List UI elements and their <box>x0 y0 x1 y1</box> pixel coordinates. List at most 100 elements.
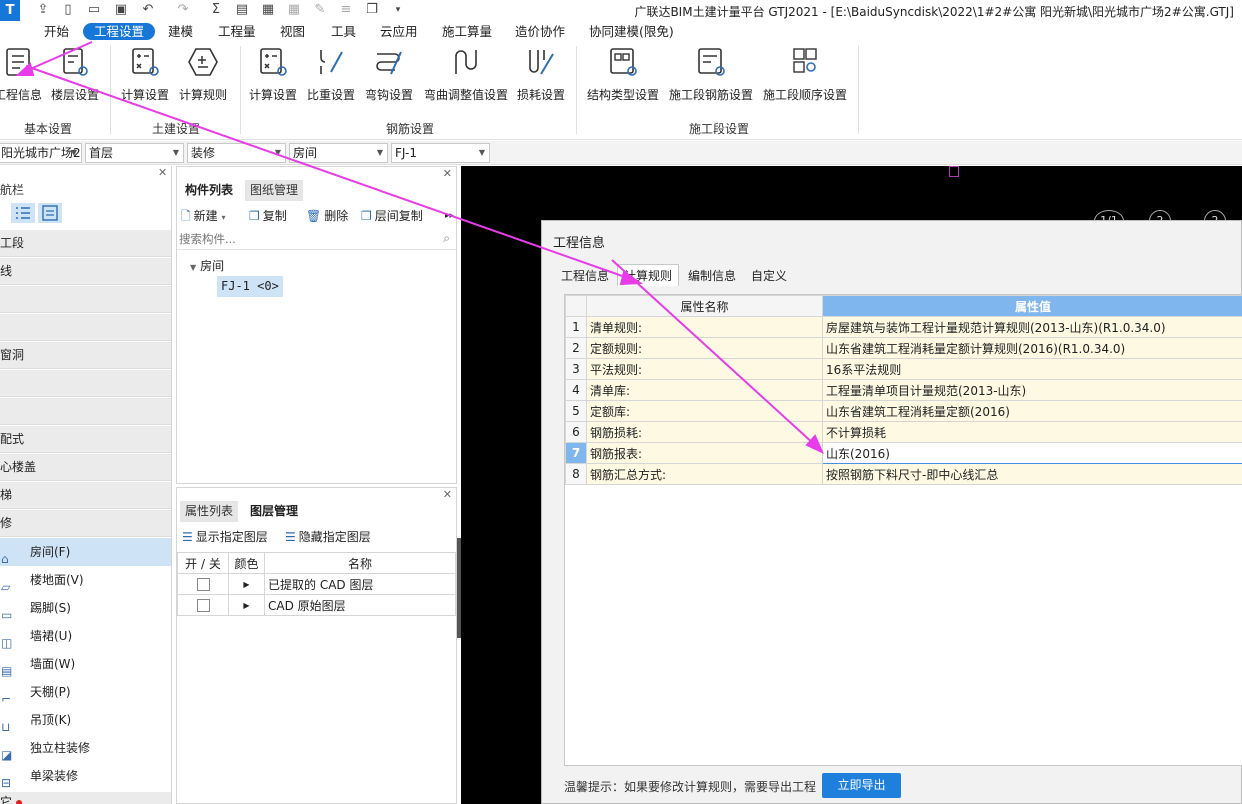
new-file-icon[interactable]: ▯ <box>60 2 76 18</box>
nav-item-room[interactable]: ⌂ 房间(F) <box>0 538 171 566</box>
hook-settings-button[interactable]: 弯钩设置 <box>363 46 415 104</box>
menu-construction[interactable]: 施工算量 <box>442 23 492 40</box>
tree-item-fj1[interactable]: FJ-1 <0> <box>217 276 283 297</box>
nav-row[interactable] <box>0 370 171 397</box>
tab-layer-management[interactable]: 图层管理 <box>245 501 304 522</box>
nav-item-suspended-ceiling[interactable]: ⊔ 吊顶(K) <box>0 706 171 734</box>
menu-view[interactable]: 视图 <box>280 23 305 40</box>
export-now-button[interactable]: 立即导出 <box>822 773 901 798</box>
copy-button[interactable]: ❐ 复制 <box>249 207 287 225</box>
save-icon[interactable]: ▣ <box>113 2 129 18</box>
tree-root[interactable]: ▼ 房间 <box>190 257 224 274</box>
nav-item-skirting[interactable]: ▭ 踢脚(S) <box>0 594 171 622</box>
window-icon[interactable]: ❐ <box>364 2 380 18</box>
nav-item-beam-finish[interactable]: ⊟ 单梁装修 <box>0 762 171 790</box>
nav-row[interactable] <box>0 398 171 425</box>
weight-settings-button[interactable]: 比重设置 <box>305 46 357 104</box>
bend-adjust-settings-button[interactable]: 弯曲调整值设置 <box>421 46 511 104</box>
table-row[interactable]: ▶ CAD 原始图层 <box>177 594 456 616</box>
menu-cloud[interactable]: 云应用 <box>380 23 418 40</box>
layout-icon[interactable]: ▦ <box>286 2 302 18</box>
loss-settings-button[interactable]: 损耗设置 <box>514 46 568 104</box>
expand-icon[interactable]: ▶ <box>228 573 265 595</box>
tab-property-list[interactable]: 属性列表 <box>180 501 239 522</box>
open-folder-icon[interactable]: ▭ <box>86 2 102 18</box>
menu-start[interactable]: 开始 <box>44 23 69 40</box>
nav-item-dado[interactable]: ◫ 墙裙(U) <box>0 622 171 650</box>
table-row[interactable]: 5 定额库: 山东省建筑工程消耗量定额(2016) <box>565 400 1242 422</box>
table-row[interactable]: 8 钢筋汇总方式: 按照钢筋下料尺寸-即中心线汇总 <box>565 463 1242 485</box>
tab-drawing-management[interactable]: 图纸管理 <box>245 180 304 201</box>
stage-order-settings-button[interactable]: 施工段顺序设置 <box>762 46 848 104</box>
expand-icon[interactable]: ▶ <box>228 594 265 616</box>
search-icon[interactable]: ⌕ <box>443 231 450 246</box>
search-input[interactable] <box>177 229 427 249</box>
nav-row[interactable]: 配式 <box>0 426 171 453</box>
project-info-button[interactable]: 工程信息 <box>0 46 42 104</box>
table-row-selected[interactable]: 7 钢筋报表: 山东(2016) <box>565 442 1242 464</box>
table-row[interactable]: 2 定额规则: 山东省建筑工程消耗量定额计算规则(2016)(R1.0.34.0) <box>565 337 1242 359</box>
grid-icon[interactable]: ▦ <box>260 2 276 18</box>
nav-row[interactable]: 工段 <box>0 230 171 257</box>
nav-item-floor-surface[interactable]: ▱ 楼地面(V) <box>0 566 171 594</box>
more-tools-icon[interactable]: ▸▸ <box>445 207 454 225</box>
close-icon[interactable]: ✕ <box>443 488 452 501</box>
menu-tools[interactable]: 工具 <box>331 23 356 40</box>
nav-item-wall-surface[interactable]: ▤ 墙面(W) <box>0 650 171 678</box>
structure-type-settings-button[interactable]: 结构类型设置 <box>585 46 661 104</box>
table-row[interactable]: 4 清单库: 工程量清单项目计量规范(2013-山东) <box>565 379 1242 401</box>
detail-view-icon[interactable] <box>38 203 62 223</box>
tab-custom[interactable]: 自定义 <box>744 264 794 286</box>
category-select[interactable]: 装修 ▼ <box>187 143 286 163</box>
rebar-calc-settings-button[interactable]: 计算设置 <box>247 46 299 104</box>
nav-row[interactable]: 修 <box>0 510 171 537</box>
tab-component-list[interactable]: 构件列表 <box>180 180 239 201</box>
menu-project-settings[interactable]: 工程设置 <box>83 23 156 40</box>
civil-calc-settings-button[interactable]: 计算设置 <box>119 46 171 104</box>
report-icon[interactable]: ▤ <box>234 2 250 18</box>
undo-icon[interactable]: ↶ <box>140 2 156 18</box>
table-row[interactable]: 6 钢筋损耗: 不计算损耗 <box>565 421 1242 443</box>
upload-icon[interactable]: ⇪ <box>35 2 51 18</box>
project-select[interactable]: 阳光城市广场2# ▼ <box>0 143 82 163</box>
floor-settings-button[interactable]: 楼层设置 <box>50 46 100 104</box>
calc-rules-button[interactable]: 计算规则 <box>177 46 229 104</box>
table-row[interactable]: ▶ 已提取的 CAD 图层 <box>177 573 456 595</box>
floor-copy-button[interactable]: ❐ 层间复制 <box>361 207 423 225</box>
new-button[interactable]: 🗋 新建 ▾ <box>181 207 226 225</box>
nav-row[interactable]: 窗洞 <box>0 342 171 369</box>
table-row[interactable]: 1 清单规则: 房屋建筑与装饰工程计量规范计算规则(2013-山东)(R1.0.34… <box>565 316 1242 338</box>
nav-row[interactable] <box>0 286 171 313</box>
list-view-icon[interactable] <box>11 203 35 223</box>
type-select[interactable]: 房间 ▼ <box>289 143 388 163</box>
close-icon[interactable]: ✕ <box>158 166 167 179</box>
nav-row[interactable]: 线 <box>0 258 171 285</box>
redo-icon[interactable]: ↷ <box>175 2 191 18</box>
menu-quantity[interactable]: 工程量 <box>218 23 256 40</box>
menu-cost-collab[interactable]: 造价协作 <box>515 23 565 40</box>
nav-item-column-finish[interactable]: ◪ 独立柱装修 <box>0 734 171 762</box>
sum-icon[interactable]: Σ <box>208 2 224 18</box>
delete-button[interactable]: 🗑 删除 <box>306 207 348 225</box>
more-icon[interactable]: ▾ <box>390 2 406 18</box>
edit-icon[interactable]: ✎ <box>312 2 328 18</box>
menu-collab-modeling[interactable]: 协同建模(限免) <box>589 23 674 40</box>
component-select[interactable]: FJ-1 ▼ <box>391 143 490 163</box>
nav-row[interactable]: 梯 <box>0 482 171 509</box>
nav-item-ceiling[interactable]: ⌐ 天棚(P) <box>0 678 171 706</box>
ruler-icon[interactable]: ≡ <box>338 2 354 18</box>
tab-compile-info[interactable]: 编制信息 <box>681 264 743 286</box>
layer-checkbox[interactable] <box>196 599 210 612</box>
stage-rebar-settings-button[interactable]: 施工段钢筋设置 <box>668 46 754 104</box>
tab-project-info[interactable]: 工程信息 <box>554 264 616 286</box>
table-row[interactable]: 3 平法规则: 16系平法规则 <box>565 358 1242 380</box>
show-layer-button[interactable]: ☰ 显示指定图层 <box>182 528 268 546</box>
nav-row[interactable]: 心楼盖 <box>0 454 171 481</box>
nav-row-other[interactable]: 其它 <box>0 792 171 804</box>
hide-layer-button[interactable]: ☰ 隐藏指定图层 <box>285 528 371 546</box>
menu-modeling[interactable]: 建模 <box>168 23 193 40</box>
floor-select[interactable]: 首层 ▼ <box>85 143 184 163</box>
search-box[interactable]: ⌕ <box>177 229 456 250</box>
tab-calc-rules[interactable]: 计算规则 <box>617 264 680 286</box>
close-icon[interactable]: ✕ <box>443 167 452 180</box>
